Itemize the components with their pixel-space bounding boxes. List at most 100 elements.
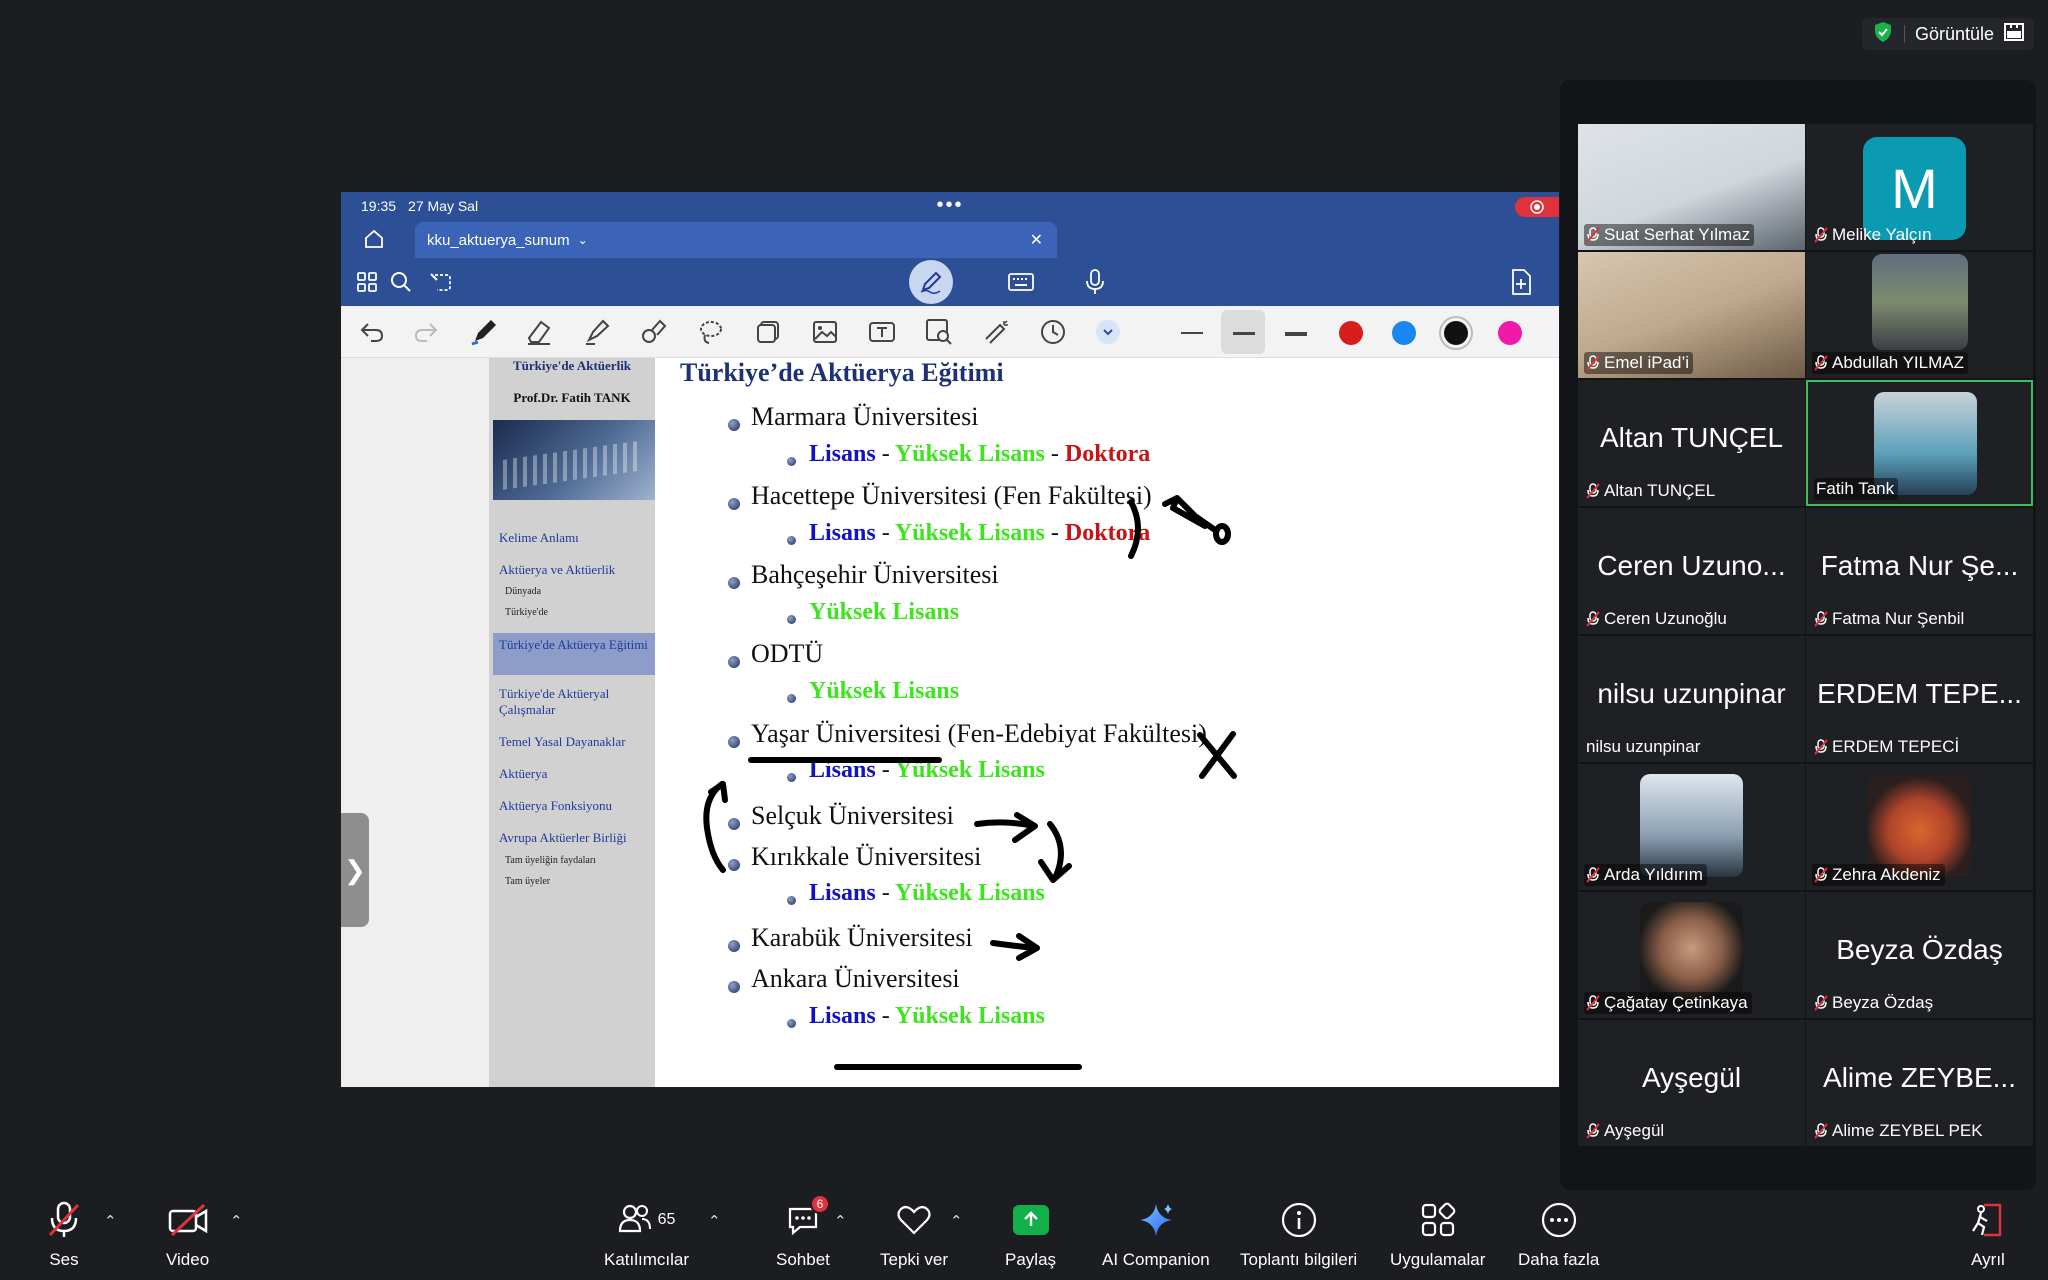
participant-tile[interactable]: Beyza Özdaş Beyza Özdaş	[1806, 892, 2033, 1018]
thick-line-option[interactable]	[1285, 332, 1307, 336]
red-swatch[interactable]	[1339, 321, 1363, 345]
nav-item[interactable]: Aktüerya ve Aktüerlik	[499, 562, 649, 578]
participant-tile[interactable]: M Melike Yalçın	[1806, 124, 2033, 250]
participant-video	[1640, 902, 1743, 1005]
drawing-toolbar	[341, 306, 1559, 358]
participant-tile[interactable]: Ceren Uzuno... Ceren Uzunoğlu	[1578, 508, 1805, 634]
thin-line-option[interactable]	[1181, 332, 1203, 334]
nav-item[interactable]: Türkiye'de Aktüeryal Çalışmalar	[499, 686, 649, 718]
chevron-down-icon[interactable]: ⌄	[578, 233, 588, 247]
mic-muted-icon	[1586, 355, 1600, 371]
ink-parenthesis	[1128, 499, 1141, 559]
home-icon[interactable]	[363, 228, 385, 255]
chevron-up-icon[interactable]: ⌃	[834, 1212, 847, 1230]
lasso-icon[interactable]	[696, 317, 726, 347]
shared-screen[interactable]: 19:35 27 May Sal ••• kku_aktuerya_sunum …	[341, 192, 1559, 1087]
redo-icon[interactable]	[411, 317, 441, 347]
chat-button[interactable]: 6 Sohbet	[776, 1194, 830, 1270]
keyboard-icon[interactable]	[1007, 268, 1035, 296]
status-time: 19:35	[361, 198, 397, 214]
nav-item[interactable]: Avrupa Aktüerler Birliği	[499, 830, 649, 846]
image-icon[interactable]	[810, 317, 840, 347]
pen-tool-icon[interactable]	[469, 317, 499, 347]
image-search-icon[interactable]	[924, 317, 954, 347]
microphone-icon[interactable]	[1081, 268, 1109, 296]
apps-label: Uygulamalar	[1390, 1250, 1486, 1269]
more-button[interactable]: Daha fazla	[1518, 1200, 1599, 1270]
grid-icon[interactable]	[353, 268, 381, 296]
nav-item[interactable]: Temel Yasal Dayanaklar	[499, 734, 649, 750]
participant-display-name: Ayşegül	[1641, 1062, 1742, 1093]
mic-muted-icon	[1814, 355, 1828, 371]
participant-tile[interactable]: Ayşegül Ayşegül	[1578, 1020, 1805, 1146]
participant-tile[interactable]: Alime ZEYBE... Alime ZEYBEL PEK	[1806, 1020, 2033, 1146]
share-button[interactable]: Paylaş	[1005, 1200, 1056, 1270]
participant-name: nilsu uzunpinar	[1586, 737, 1701, 756]
nav-subitem[interactable]: Dünyada	[505, 586, 541, 597]
participant-name-label: Altan TUNÇEL	[1584, 480, 1719, 502]
participant-tile[interactable]: Zehra Akdeniz	[1806, 764, 2033, 890]
meeting-info-button[interactable]: Toplantı bilgileri	[1240, 1200, 1357, 1270]
eraser-icon[interactable]	[524, 317, 554, 347]
nav-subitem[interactable]: Tam üyeler	[505, 876, 550, 887]
participant-tile[interactable]: Altan TUNÇEL Altan TUNÇEL	[1578, 380, 1805, 506]
black-swatch-selected[interactable]	[1444, 321, 1468, 345]
slide-page[interactable]: ❯ Türkiye'de Aktüerlik Prof.Dr. Fatih TA…	[341, 358, 1559, 1087]
participant-tile[interactable]: Emel iPad’i	[1578, 252, 1805, 378]
nav-item[interactable]: Kelime Anlamı	[499, 530, 649, 546]
participant-tile[interactable]: Suat Serhat Yılmaz	[1578, 124, 1805, 250]
clock-icon[interactable]	[1038, 317, 1068, 347]
participant-tile[interactable]: Arda Yıldırım	[1578, 764, 1805, 890]
highlighter-icon[interactable]	[582, 317, 612, 347]
react-button[interactable]: Tepki ver	[880, 1200, 948, 1270]
participant-name-label: Fatma Nur Şenbil	[1812, 608, 1968, 630]
chevron-up-icon[interactable]: ⌃	[708, 1212, 721, 1230]
nav-item[interactable]: Aktüerya Fonksiyonu	[499, 798, 649, 814]
participant-name: Beyza Özdaş	[1832, 993, 1934, 1012]
participant-tile[interactable]: Abdullah YILMAZ	[1806, 252, 2033, 378]
medium-line-option[interactable]	[1233, 332, 1255, 335]
view-control[interactable]: Görüntüle	[1861, 18, 2034, 50]
laser-pointer-icon[interactable]	[981, 317, 1011, 347]
participant-tile[interactable]: nilsu uzunpinar nilsu uzunpinar	[1578, 636, 1805, 762]
participant-tile[interactable]: ERDEM TEPE... ERDEM TEPECİ	[1806, 636, 2033, 762]
info-icon	[1281, 1200, 1317, 1240]
chevron-up-icon[interactable]: ⌃	[230, 1212, 243, 1230]
search-icon[interactable]	[387, 268, 415, 296]
multitask-dots-icon[interactable]: •••	[936, 194, 963, 217]
participants-button[interactable]: 65 Katılımcılar	[604, 1200, 689, 1270]
audio-button[interactable]: Ses	[46, 1200, 82, 1270]
blue-swatch[interactable]	[1392, 321, 1416, 345]
view-label: Görüntüle	[1914, 23, 1994, 44]
undo-icon[interactable]	[357, 317, 387, 347]
sticker-icon[interactable]	[753, 317, 783, 347]
lasso-select-icon[interactable]	[427, 268, 455, 296]
participants-icon	[618, 1203, 652, 1238]
shapes-pen-icon[interactable]	[639, 317, 669, 347]
sidebar-toggle-button[interactable]: ❯	[341, 813, 369, 927]
chevron-up-icon[interactable]: ⌃	[104, 1212, 117, 1230]
nav-item-active[interactable]: Türkiye'de Aktüerya Eğitimi	[499, 637, 649, 653]
document-tab[interactable]: kku_aktuerya_sunum ⌄ ✕	[415, 222, 1057, 258]
pen-mode-button[interactable]	[909, 260, 953, 304]
nav-item[interactable]: Aktüerya	[499, 766, 649, 782]
nav-author: Prof.Dr. Fatih TANK	[513, 390, 631, 405]
add-page-icon[interactable]	[1507, 268, 1535, 296]
participant-name-label: Fatih Tank	[1814, 478, 1899, 500]
nav-subitem[interactable]: Türkiye'de	[505, 607, 548, 618]
participant-name-label: Beyza Özdaş	[1812, 992, 1937, 1014]
text-box-icon[interactable]	[867, 317, 897, 347]
chevron-up-icon[interactable]: ⌃	[950, 1212, 963, 1230]
nav-subitem[interactable]: Tam üyeliğin faydaları	[505, 855, 596, 866]
participant-tile[interactable]: Çağatay Çetinkaya	[1578, 892, 1805, 1018]
leave-button[interactable]: Ayrıl	[1970, 1200, 2006, 1270]
participant-tile[interactable]: Fatih Tank	[1806, 380, 2033, 506]
apps-button[interactable]: Uygulamalar	[1390, 1200, 1485, 1270]
video-button[interactable]: Video	[166, 1200, 209, 1270]
ai-companion-button[interactable]: AI Companion	[1102, 1200, 1210, 1270]
expand-tools-button[interactable]	[1093, 317, 1123, 347]
close-icon[interactable]: ✕	[1030, 230, 1043, 250]
mic-muted-icon	[1814, 867, 1828, 883]
participant-tile[interactable]: Fatma Nur Şe... Fatma Nur Şenbil	[1806, 508, 2033, 634]
pink-swatch[interactable]	[1498, 321, 1522, 345]
